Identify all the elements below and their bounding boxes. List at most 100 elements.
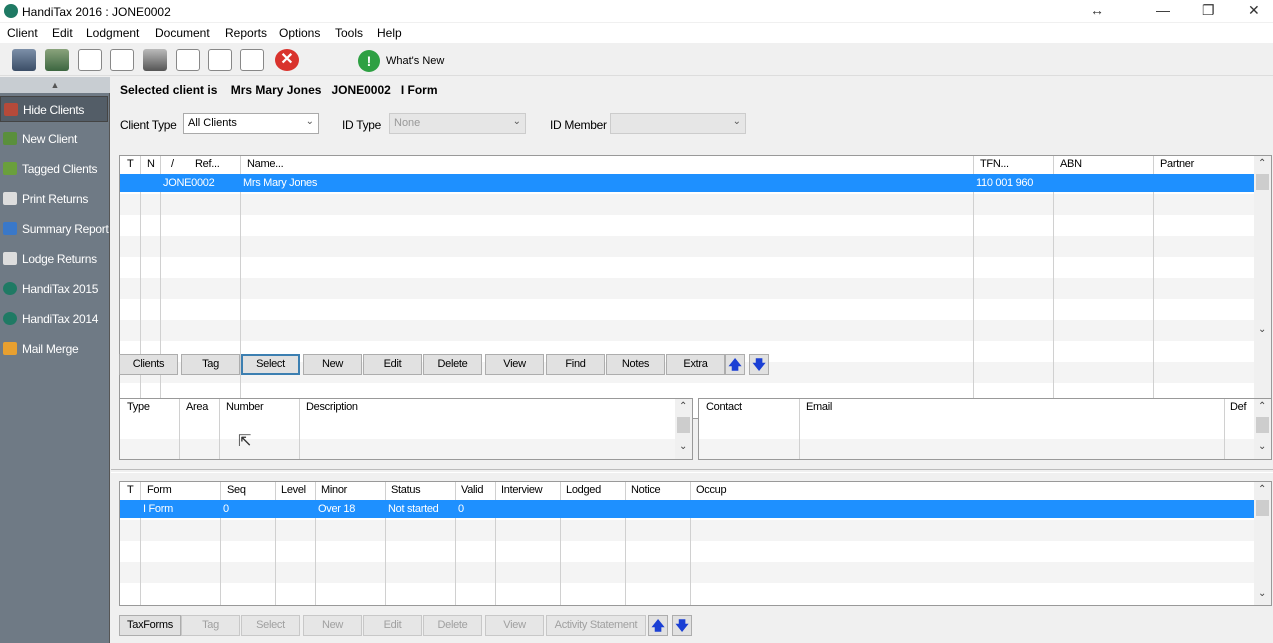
contact-grid[interactable]: Contact Email Def ⌃ ⌄ — [698, 398, 1272, 460]
sidebar-item-tagged-clients[interactable]: Tagged Clients — [0, 156, 108, 182]
col-header-notice[interactable]: Notice — [631, 484, 661, 496]
find-button[interactable]: Find — [546, 354, 605, 375]
col-header-contact[interactable]: Contact — [706, 401, 742, 413]
scroll-up-icon[interactable]: ⌃ — [1258, 401, 1266, 412]
id-member-select[interactable]: ⌄ — [610, 113, 746, 134]
col-header-email[interactable]: Email — [806, 401, 832, 413]
col-header-form[interactable]: Form — [147, 484, 172, 496]
menu-client[interactable]: Client — [7, 26, 38, 40]
exit-icon[interactable]: ✕ — [275, 49, 299, 71]
client-grid[interactable]: T N / Ref... Name... TFN... ABN Partner … — [119, 155, 1272, 419]
scroll-down-icon[interactable]: ⌄ — [1258, 324, 1266, 335]
col-header-partner[interactable]: Partner — [1160, 158, 1194, 170]
col-header-sort[interactable]: / — [171, 158, 174, 170]
col-header-number[interactable]: Number — [226, 401, 264, 413]
form-delete-button[interactable]: Delete — [423, 615, 482, 636]
extra-button[interactable]: Extra — [666, 354, 725, 375]
id-type-select[interactable]: None ⌄ — [389, 113, 526, 134]
col-header-ref[interactable]: Ref... — [195, 158, 220, 170]
col-header-interview[interactable]: Interview — [501, 484, 543, 496]
menu-edit[interactable]: Edit — [52, 26, 73, 40]
copy-document-icon[interactable] — [110, 49, 134, 71]
scroll-up-icon[interactable]: ⌃ — [1258, 484, 1266, 495]
menu-lodgment[interactable]: Lodgment — [86, 26, 139, 40]
scroll-thumb[interactable] — [677, 417, 690, 433]
scroll-down-icon[interactable]: ⌄ — [1258, 588, 1266, 599]
form-view-button[interactable]: View — [485, 615, 544, 636]
form-new-button[interactable]: New — [303, 615, 362, 636]
print-icon[interactable] — [143, 49, 167, 71]
col-header-t[interactable]: T — [127, 158, 134, 170]
scroll-thumb[interactable] — [1256, 417, 1269, 433]
menu-help[interactable]: Help — [377, 26, 402, 40]
sidebar-item-print-returns[interactable]: Print Returns — [0, 186, 108, 212]
col-header-n[interactable]: N — [147, 158, 155, 170]
form-select-button[interactable]: Select — [241, 615, 300, 636]
form-grid[interactable]: T Form Seq Level Minor Status Valid Inte… — [119, 481, 1272, 606]
move-up-icon[interactable]: 🡅 — [725, 354, 745, 375]
col-header-status[interactable]: Status — [391, 484, 421, 496]
delete-button[interactable]: Delete — [423, 354, 482, 375]
ato-search-icon[interactable] — [176, 49, 200, 71]
scroll-down-icon[interactable]: ⌄ — [679, 441, 687, 452]
scroll-thumb[interactable] — [1256, 500, 1269, 516]
taxforms-button[interactable]: TaxForms — [119, 615, 181, 636]
contact-grid-scrollbar[interactable]: ⌃ ⌄ — [1254, 399, 1271, 459]
phone-grid[interactable]: Type Area Number Description ⌃ ⌄ — [119, 398, 693, 460]
scroll-thumb[interactable] — [1256, 174, 1269, 190]
col-header-occup[interactable]: Occup — [696, 484, 727, 496]
move-down-icon[interactable]: 🡇 — [749, 354, 769, 375]
select-button[interactable]: Select — [241, 354, 300, 375]
report-chart-icon[interactable] — [240, 49, 264, 71]
sidebar-item-new-client[interactable]: New Client — [0, 126, 108, 152]
menu-document[interactable]: Document — [155, 26, 210, 40]
form-grid-scrollbar[interactable]: ⌃ ⌄ — [1254, 482, 1271, 605]
col-header-seq[interactable]: Seq — [227, 484, 246, 496]
sidebar-item-mail-merge[interactable]: Mail Merge — [0, 336, 108, 362]
sidebar-item-hide-clients[interactable]: Hide Clients — [0, 96, 108, 122]
sidebar-item-lodge-returns[interactable]: Lodge Returns — [0, 246, 108, 272]
col-header-type[interactable]: Type — [127, 401, 150, 413]
col-header-tfn[interactable]: TFN... — [980, 158, 1009, 170]
form-edit-button[interactable]: Edit — [363, 615, 422, 636]
edit-button[interactable]: Edit — [363, 354, 422, 375]
resize-icon[interactable]: ↔ — [1090, 2, 1104, 18]
client-details-icon[interactable] — [45, 49, 69, 71]
sidebar-item-handitax-2014[interactable]: HandiTax 2014 — [0, 306, 108, 332]
sidebar-item-handitax-2015[interactable]: HandiTax 2015 — [0, 276, 108, 302]
col-header-t[interactable]: T — [127, 484, 134, 496]
form-row-selected[interactable]: I Form 0 Over 18 Not started 0 — [120, 500, 1255, 518]
client-grid-scrollbar[interactable]: ⌃ ⌄ — [1254, 156, 1271, 418]
tag-button[interactable]: Tag — [181, 354, 240, 375]
ato-edit-icon[interactable] — [78, 49, 102, 71]
form-tag-button[interactable]: Tag — [181, 615, 240, 636]
clients-icon[interactable] — [12, 49, 36, 71]
scroll-up-icon[interactable]: ⌃ — [679, 401, 687, 412]
sidebar-item-summary-report[interactable]: Summary Report — [0, 216, 109, 242]
activity-statement-button[interactable]: Activity Statement — [546, 615, 646, 636]
col-header-level[interactable]: Level — [281, 484, 306, 496]
form-move-up-icon[interactable]: 🡅 — [648, 615, 668, 636]
new-button[interactable]: New — [303, 354, 362, 375]
menu-options[interactable]: Options — [279, 26, 320, 40]
client-row-selected[interactable]: JONE0002 Mrs Mary Jones 110 001 960 — [120, 174, 1255, 192]
minimize-button[interactable]: — — [1156, 2, 1170, 18]
restore-button[interactable]: ❐ — [1202, 2, 1215, 19]
view-button[interactable]: View — [485, 354, 544, 375]
col-header-valid[interactable]: Valid — [461, 484, 483, 496]
scroll-down-icon[interactable]: ⌄ — [1258, 441, 1266, 452]
close-window-button[interactable]: ✕ — [1248, 2, 1260, 19]
menu-tools[interactable]: Tools — [335, 26, 363, 40]
col-header-description[interactable]: Description — [306, 401, 358, 413]
form-move-down-icon[interactable]: 🡇 — [672, 615, 692, 636]
col-header-name[interactable]: Name... — [247, 158, 284, 170]
col-header-def[interactable]: Def — [1230, 401, 1247, 413]
phone-grid-scrollbar[interactable]: ⌃ ⌄ — [675, 399, 692, 459]
client-type-select[interactable]: All Clients ⌄ — [183, 113, 319, 134]
scroll-up-icon[interactable]: ⌃ — [1258, 158, 1266, 169]
sidebar-scroll-up-icon[interactable]: ▲ — [0, 77, 110, 93]
col-header-abn[interactable]: ABN — [1060, 158, 1082, 170]
col-header-area[interactable]: Area — [186, 401, 208, 413]
menu-reports[interactable]: Reports — [225, 26, 267, 40]
clients-button[interactable]: Clients — [119, 354, 178, 375]
